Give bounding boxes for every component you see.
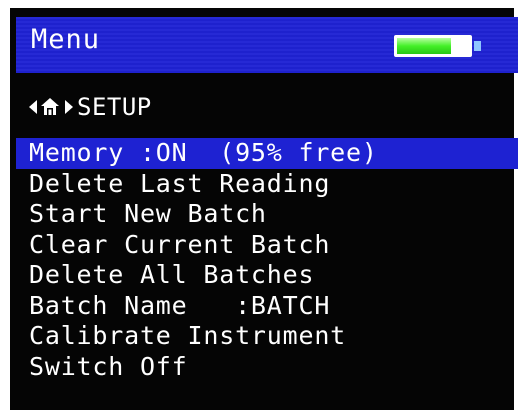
menu-item-calibrate-instrument[interactable]: Calibrate Instrument bbox=[16, 321, 518, 352]
menu-item-delete-last-reading[interactable]: Delete Last Reading bbox=[16, 169, 518, 200]
page-title: Menu bbox=[31, 24, 101, 55]
home-icon[interactable] bbox=[40, 97, 60, 117]
battery-icon bbox=[394, 35, 472, 57]
menu-item-label: Delete Last Reading bbox=[29, 168, 331, 198]
menu-item-batch-name[interactable]: Batch Name :BATCH bbox=[16, 291, 518, 322]
breadcrumb-label: SETUP bbox=[77, 93, 152, 121]
menu-item-label: Memory :ON (95% free) bbox=[29, 138, 378, 167]
menu-item-clear-current-batch[interactable]: Clear Current Batch bbox=[16, 230, 518, 261]
menu-item-label: Delete All Batches bbox=[29, 260, 315, 289]
battery-tip bbox=[474, 41, 481, 51]
menu-item-start-new-batch[interactable]: Start New Batch bbox=[16, 199, 518, 230]
breadcrumb: SETUP bbox=[29, 92, 152, 122]
battery-level bbox=[397, 38, 451, 54]
menu-item-label: Batch Name :BATCH bbox=[29, 290, 331, 320]
menu-item-label: Calibrate Instrument bbox=[29, 321, 347, 350]
menu-item-label: Clear Current Batch bbox=[29, 229, 331, 259]
menu-item-delete-all-batches[interactable]: Delete All Batches bbox=[16, 260, 518, 291]
menu-list: Memory :ON (95% free) Delete Last Readin… bbox=[16, 138, 518, 382]
triangle-left-icon[interactable] bbox=[29, 100, 37, 114]
title-bar: Menu bbox=[16, 17, 518, 73]
triangle-right-icon[interactable] bbox=[65, 100, 73, 114]
menu-item-switch-off[interactable]: Switch Off bbox=[16, 352, 518, 383]
menu-item-label: Switch Off bbox=[29, 351, 188, 381]
menu-item-label: Start New Batch bbox=[29, 199, 267, 228]
device-display: Menu SETUP Memory :ON (95% free) Delete … bbox=[0, 0, 523, 419]
menu-item-memory[interactable]: Memory :ON (95% free) bbox=[16, 138, 518, 169]
